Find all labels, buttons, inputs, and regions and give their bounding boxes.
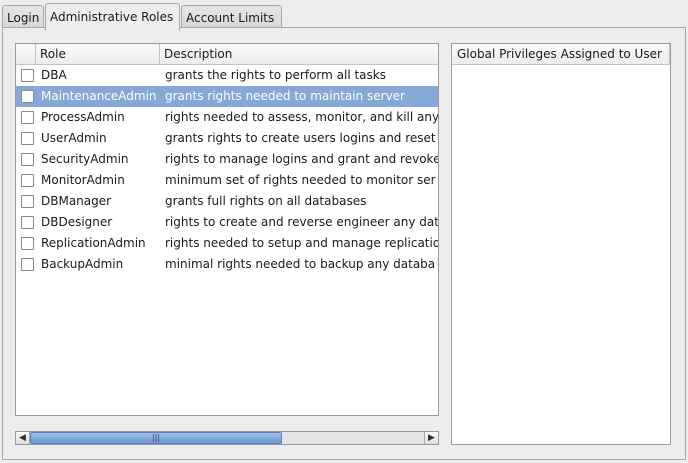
role-name: DBManager (41, 194, 112, 208)
header-separator (669, 44, 670, 64)
table-row[interactable]: MonitorAdmin minimum set of rights neede… (16, 170, 438, 191)
role-checkbox[interactable] (21, 153, 34, 166)
role-checkbox[interactable] (21, 195, 34, 208)
role-description: rights to create and reverse engineer an… (165, 215, 439, 229)
table-row[interactable]: UserAdmin grants rights to create users … (16, 128, 438, 149)
table-row[interactable]: SecurityAdmin rights to manage logins an… (16, 149, 438, 170)
role-checkbox[interactable] (21, 174, 34, 187)
roles-table-header: Role Description (16, 44, 438, 65)
role-name: UserAdmin (41, 131, 107, 145)
role-name: SecurityAdmin (41, 152, 129, 166)
role-description: rights needed to assess, monitor, and ki… (165, 110, 439, 124)
role-name: MaintenanceAdmin (41, 89, 157, 103)
role-checkbox[interactable] (21, 237, 34, 250)
table-row[interactable]: ReplicationAdmin rights needed to setup … (16, 233, 438, 254)
role-checkbox[interactable] (21, 258, 34, 271)
roles-table-body: DBA grants the rights to perform all tas… (16, 65, 438, 275)
role-name: ProcessAdmin (41, 110, 125, 124)
role-checkbox[interactable] (21, 216, 34, 229)
role-description: grants rights to create users logins and… (165, 131, 436, 145)
horizontal-scrollbar[interactable]: ◀ ||| ▶ (15, 431, 439, 445)
role-description: rights needed to setup and manage replic… (165, 236, 439, 250)
description-column-header[interactable]: Description (160, 44, 438, 64)
role-checkbox[interactable] (21, 132, 34, 145)
tab-administrative-roles[interactable]: Administrative Roles (45, 3, 180, 31)
role-name: MonitorAdmin (41, 173, 125, 187)
role-checkbox[interactable] (21, 90, 34, 103)
table-row[interactable]: ProcessAdmin rights needed to assess, mo… (16, 107, 438, 128)
table-row[interactable]: BackupAdmin minimal rights needed to bac… (16, 254, 438, 275)
role-description: minimal rights needed to backup any data… (165, 257, 436, 271)
role-name: DBA (41, 68, 67, 82)
global-privileges-header-label: Global Privileges Assigned to User (457, 47, 662, 61)
table-row[interactable]: MaintenanceAdmin grants rights needed to… (16, 86, 438, 107)
role-checkbox[interactable] (21, 111, 34, 124)
role-name: ReplicationAdmin (41, 236, 146, 250)
chevron-right-icon[interactable]: ▶ (424, 432, 438, 444)
checkbox-column-header[interactable] (16, 44, 36, 64)
role-description: grants full rights on all databases (165, 194, 367, 208)
role-description: grants rights needed to maintain server (165, 89, 405, 103)
role-name: BackupAdmin (41, 257, 124, 271)
chevron-left-icon[interactable]: ◀ (16, 432, 30, 444)
role-checkbox[interactable] (21, 69, 34, 82)
role-name: DBDesigner (41, 215, 113, 229)
tab-bar: Login Administrative Roles Account Limit… (2, 3, 686, 31)
role-column-header[interactable]: Role (36, 44, 160, 64)
global-privileges-panel: Global Privileges Assigned to User (451, 43, 671, 445)
table-row[interactable]: DBA grants the rights to perform all tas… (16, 65, 438, 86)
global-privileges-header[interactable]: Global Privileges Assigned to User (452, 44, 670, 65)
scrollbar-thumb[interactable]: ||| (30, 432, 282, 444)
table-row[interactable]: DBManager grants full rights on all data… (16, 191, 438, 212)
table-row[interactable]: DBDesigner rights to create and reverse … (16, 212, 438, 233)
tab-panel: Role Description DBA grants the rights t… (2, 27, 686, 460)
role-description: minimum set of rights needed to monitor … (165, 173, 436, 187)
role-description: grants the rights to perform all tasks (165, 68, 386, 82)
role-description: rights to manage logins and grant and re… (165, 152, 439, 166)
roles-table: Role Description DBA grants the rights t… (15, 43, 439, 416)
